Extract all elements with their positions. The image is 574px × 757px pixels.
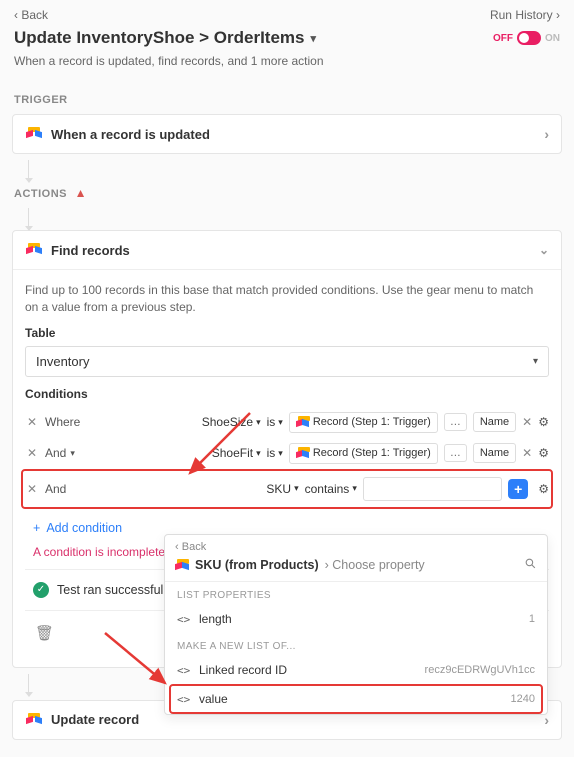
gear-icon[interactable]: ⚙ <box>538 482 549 496</box>
condition-operator[interactable]: contains ▾ <box>305 482 357 496</box>
find-records-description: Find up to 100 records in this base that… <box>25 282 549 316</box>
page-title[interactable]: Update InventoryShoe > OrderItems ▾ <box>14 28 316 48</box>
run-history-label: Run History <box>490 8 553 22</box>
popover-title: SKU (from Products) <box>195 558 319 572</box>
update-record-title: Update record <box>51 712 139 727</box>
toggle-on-label: ON <box>545 33 560 44</box>
condition-join[interactable]: And <box>45 482 117 496</box>
toggle-switch-icon <box>517 31 541 45</box>
property-popover: ‹ Back SKU (from Products) › Choose prop… <box>164 534 548 715</box>
trash-icon[interactable]: 🗑 <box>35 624 54 642</box>
gear-icon[interactable]: ⚙ <box>538 446 549 460</box>
test-result-text: Test ran successfully <box>57 583 172 597</box>
popover-group-label: LIST PROPERTIES <box>165 582 547 605</box>
condition-value-token[interactable]: Record (Step 1: Trigger) <box>289 412 438 433</box>
airtable-icon <box>25 711 43 729</box>
condition-operator[interactable]: is ▾ <box>267 415 283 429</box>
popover-item-value[interactable]: <> value 1240 <box>171 686 541 712</box>
chevron-right-icon: › <box>544 126 549 142</box>
connector-line <box>28 160 29 182</box>
popover-group-label: MAKE A NEW LIST OF... <box>165 633 547 656</box>
popover-item-value: 1 <box>529 613 535 625</box>
table-select-value: Inventory <box>36 354 89 369</box>
condition-field-token[interactable]: Name <box>473 412 516 432</box>
condition-row-active: ✕ And SKU ▾ contains ▾ + ⚙ <box>23 471 551 507</box>
popover-crumb: › Choose property <box>325 558 425 572</box>
table-select[interactable]: Inventory ▾ <box>25 346 549 377</box>
condition-remove-token[interactable]: ✕ <box>522 415 532 429</box>
automation-toggle[interactable]: OFF ON <box>493 31 560 45</box>
popover-item-label: length <box>199 612 232 626</box>
condition-field-token[interactable]: Name <box>473 443 516 463</box>
find-records-title: Find records <box>51 243 130 258</box>
connector-line <box>28 208 29 230</box>
back-label: Back <box>21 8 48 22</box>
conditions-label: Conditions <box>25 387 549 401</box>
condition-row: ✕ Where ShoeSize ▾ is ▾ Record (Step 1: … <box>25 407 549 438</box>
condition-join: Where <box>45 415 117 429</box>
condition-field[interactable]: ShoeFit ▾ <box>212 446 261 460</box>
page-subtitle: When a record is updated, find records, … <box>0 50 574 80</box>
caret-down-icon: ▾ <box>533 356 538 367</box>
add-value-button[interactable]: + <box>508 479 528 499</box>
code-icon: <> <box>177 613 191 626</box>
plus-icon: + <box>33 521 40 535</box>
trigger-section-label: TRIGGER <box>0 80 574 114</box>
popover-item-linked-record-id[interactable]: <> Linked record ID recz9cEDRWgUVh1cc <box>165 656 547 684</box>
find-records-header[interactable]: Find records ⌄ <box>13 231 561 269</box>
condition-value-input[interactable] <box>363 477 502 501</box>
chevron-down-icon: ⌄ <box>539 243 549 257</box>
popover-item-length[interactable]: <> length 1 <box>165 605 547 633</box>
popover-item-label: Linked record ID <box>199 663 287 677</box>
caret-down-icon: ▾ <box>311 32 317 45</box>
actions-section-label: ACTIONS ▲ <box>0 182 574 208</box>
code-icon: <> <box>177 693 191 706</box>
condition-remove-token[interactable]: ✕ <box>522 446 532 460</box>
popover-item-label: value <box>199 692 228 706</box>
add-condition-label: Add condition <box>46 521 122 535</box>
condition-more-icon[interactable]: … <box>444 413 467 431</box>
condition-field[interactable]: ShoeSize ▾ <box>202 415 261 429</box>
connector-line <box>28 674 29 696</box>
condition-join[interactable]: And ▾ <box>45 446 117 460</box>
condition-value-token[interactable]: Record (Step 1: Trigger) <box>289 443 438 464</box>
remove-condition-button[interactable]: ✕ <box>25 482 39 496</box>
condition-more-icon[interactable]: … <box>444 444 467 462</box>
table-field-label: Table <box>25 326 549 340</box>
search-icon[interactable] <box>524 557 537 573</box>
trigger-card[interactable]: When a record is updated › <box>12 114 562 154</box>
trigger-card-title: When a record is updated <box>51 127 210 142</box>
code-icon: <> <box>177 664 191 677</box>
airtable-icon <box>25 241 43 259</box>
remove-condition-button[interactable]: ✕ <box>25 415 39 429</box>
airtable-icon <box>175 559 189 571</box>
popover-item-value: recz9cEDRWgUVh1cc <box>425 664 535 676</box>
toggle-off-label: OFF <box>493 33 513 44</box>
back-link[interactable]: ‹ Back <box>14 8 48 22</box>
condition-field[interactable]: SKU ▾ <box>266 482 298 496</box>
condition-operator[interactable]: is ▾ <box>267 446 283 460</box>
remove-condition-button[interactable]: ✕ <box>25 446 39 460</box>
run-history-link[interactable]: Run History › <box>490 8 560 22</box>
popover-header: SKU (from Products) › Choose property <box>165 555 547 582</box>
check-icon: ✓ <box>33 582 49 598</box>
popover-back-link[interactable]: ‹ Back <box>165 535 547 555</box>
actions-section-text: ACTIONS <box>14 188 67 200</box>
warning-icon: ▲ <box>75 186 87 200</box>
popover-item-preview: 1240 <box>511 693 535 705</box>
gear-icon[interactable]: ⚙ <box>538 415 549 429</box>
page-title-text: Update InventoryShoe > OrderItems <box>14 28 305 48</box>
condition-row: ✕ And ▾ ShoeFit ▾ is ▾ Record (Step 1: T… <box>25 438 549 469</box>
airtable-icon <box>25 125 43 143</box>
